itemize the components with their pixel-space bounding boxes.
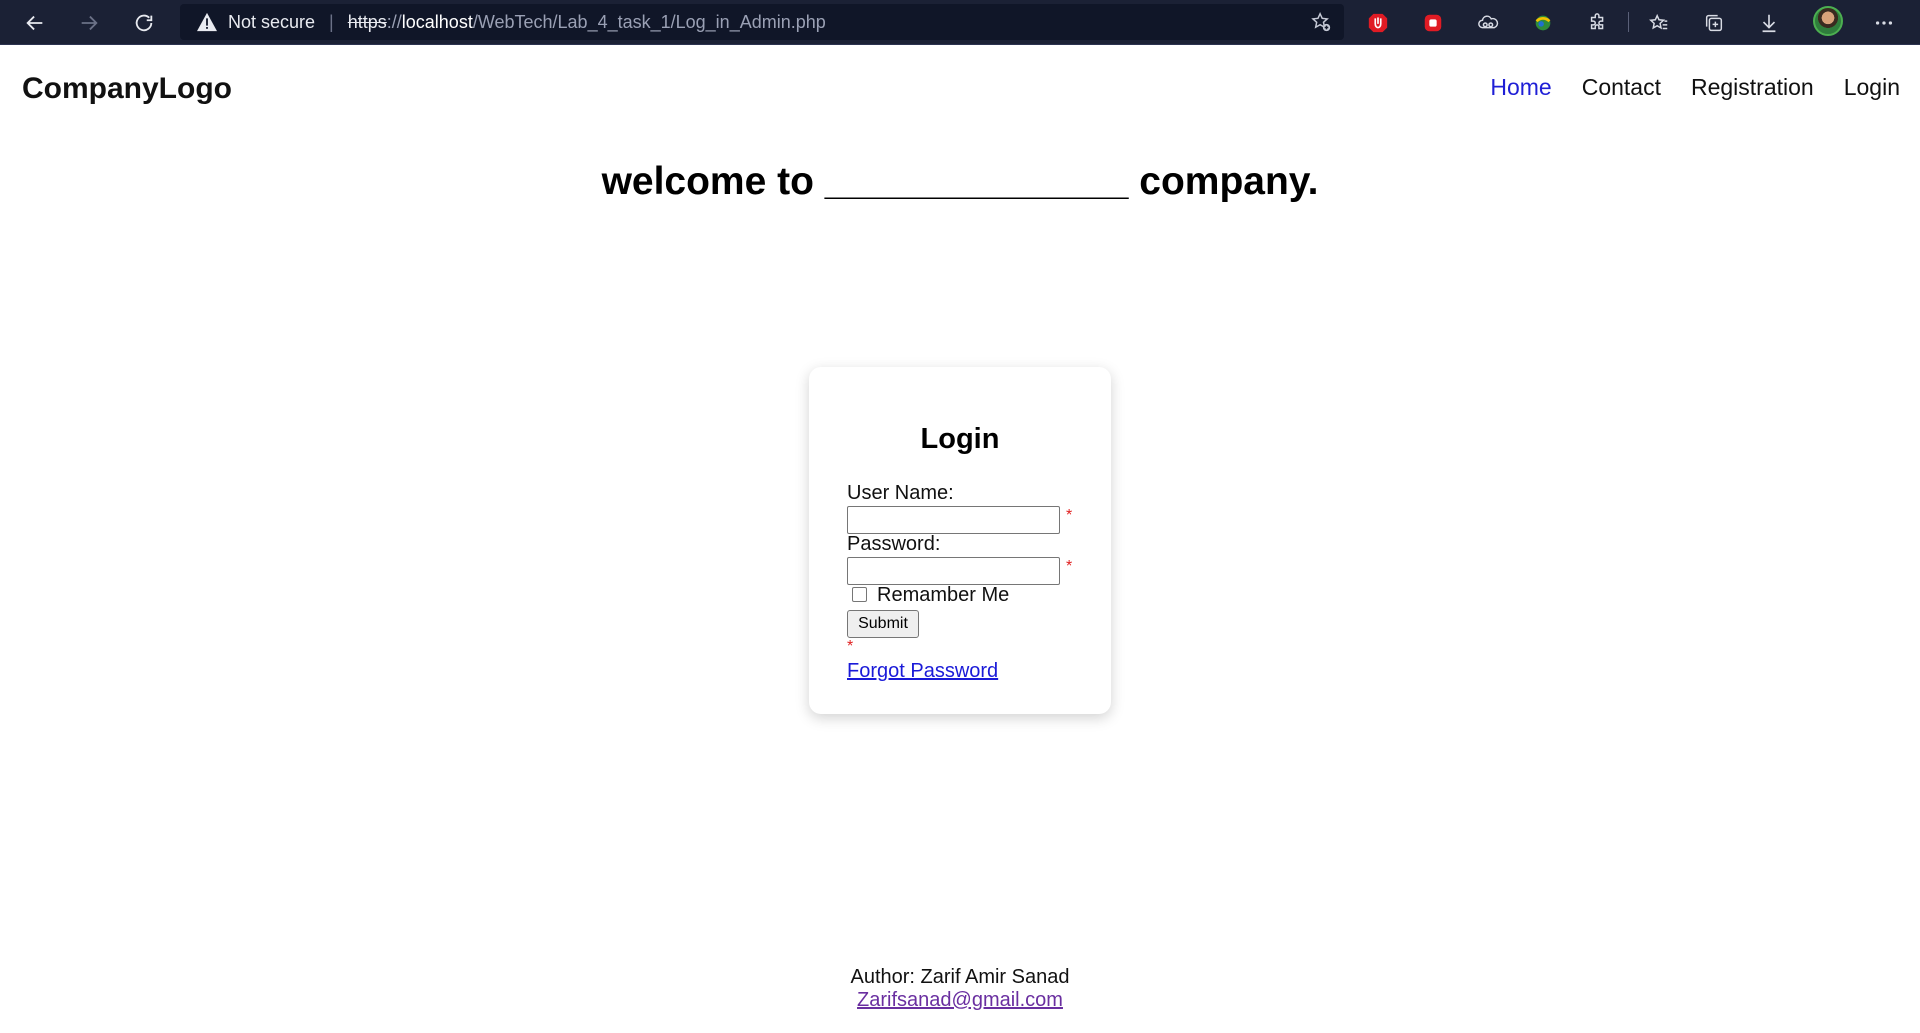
nav-contact[interactable]: Contact [1582, 74, 1661, 101]
address-bar[interactable]: Not secure | https://localhost/WebTech/L… [180, 4, 1344, 40]
url-separator: :// [386, 11, 402, 32]
author-text: Author: Zarif Amir Sanad [850, 966, 1070, 988]
password-required-marker: * [1066, 558, 1073, 575]
extension-adblock-icon[interactable] [1363, 8, 1393, 38]
collections-icon[interactable] [1699, 8, 1729, 38]
address-divider: | [329, 11, 334, 32]
password-field[interactable] [847, 557, 1060, 585]
favorites-icon[interactable] [1644, 8, 1674, 38]
login-card: Login User Name: * Password: * Remamber … [809, 367, 1111, 714]
username-required-marker: * [1066, 507, 1073, 524]
extension-cloud-icon[interactable] [1473, 8, 1503, 38]
extension-globe-icon[interactable] [1528, 8, 1558, 38]
back-icon[interactable] [18, 6, 52, 40]
page-footer: Author: Zarif Amir Sanad Zarifsanad@gmai… [0, 966, 1920, 1012]
password-label: Password: [847, 533, 941, 555]
username-field[interactable] [847, 506, 1060, 534]
extension-red-icon[interactable] [1418, 8, 1448, 38]
extensions-puzzle-icon[interactable] [1583, 8, 1613, 38]
forgot-password-link[interactable]: Forgot Password [847, 660, 998, 683]
remember-me-checkbox[interactable] [852, 587, 867, 602]
login-title: Login [920, 423, 1000, 455]
nav-registration[interactable]: Registration [1691, 74, 1814, 101]
warning-icon [197, 12, 217, 32]
author-email-link[interactable]: Zarifsanad@gmail.com [857, 989, 1063, 1011]
forward-icon[interactable] [72, 6, 106, 40]
url-host: localhost [401, 11, 473, 32]
welcome-heading: welcome to ______________ company. [601, 160, 1319, 203]
form-required-marker: * [847, 638, 854, 655]
username-label: User Name: [847, 482, 954, 504]
profile-avatar[interactable] [1813, 6, 1843, 36]
submit-button[interactable]: Submit [847, 610, 919, 638]
add-favorite-icon[interactable] [1310, 11, 1332, 33]
url-scheme: https [347, 11, 387, 32]
browser-toolbar: Not secure | https://localhost/WebTech/L… [0, 0, 1920, 45]
company-logo: CompanyLogo [22, 72, 232, 105]
main-nav: Home Contact Registration Login [1490, 74, 1900, 101]
remember-me-label[interactable]: Remamber Me [877, 584, 1009, 607]
nav-home[interactable]: Home [1490, 74, 1551, 101]
nav-login[interactable]: Login [1844, 74, 1900, 101]
toolbar-divider [1628, 12, 1629, 32]
refresh-icon[interactable] [127, 6, 161, 40]
downloads-icon[interactable] [1754, 8, 1784, 38]
url-path: /WebTech/Lab_4_task_1/Log_in_Admin.php [472, 11, 826, 32]
security-label[interactable]: Not secure [228, 12, 315, 33]
more-options-icon[interactable] [1869, 8, 1899, 38]
